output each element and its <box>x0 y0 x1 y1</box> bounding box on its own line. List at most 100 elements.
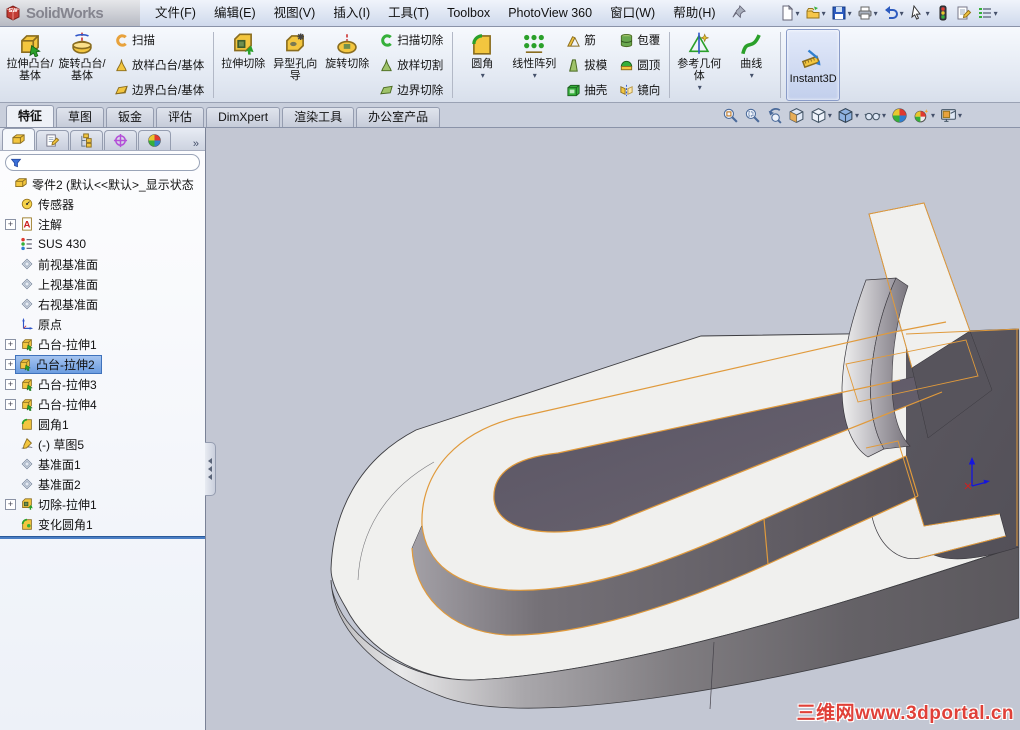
expand-toggle[interactable]: + <box>5 379 16 390</box>
print-button[interactable]: ▾ <box>855 4 880 22</box>
tree-item-16[interactable]: 变化圆角1 <box>0 514 205 534</box>
zoom-area-button[interactable] <box>744 107 761 124</box>
dropdown-arrow-icon[interactable]: ▾ <box>698 82 702 94</box>
graphics-viewport[interactable]: 三维网www.3dportal.cn <box>206 128 1020 730</box>
dropdown-arrow-icon[interactable]: ▾ <box>828 111 832 120</box>
panel-tabs-overflow-button[interactable]: » <box>193 138 199 150</box>
apply-scene-button[interactable] <box>891 107 908 124</box>
tree-item-0[interactable]: 传感器 <box>0 194 205 214</box>
ribbon-extrude-cut-button[interactable]: 拉伸切除 <box>217 29 269 101</box>
dropdown-arrow-icon[interactable]: ▾ <box>958 111 962 120</box>
tree-item-6[interactable]: 原点 <box>0 314 205 334</box>
dropdown-arrow-icon[interactable]: ▾ <box>822 9 826 18</box>
select-button[interactable]: ▾ <box>907 4 932 22</box>
ribbon-fillet-button[interactable]: 圆角▾ <box>456 29 508 101</box>
ribbon-hole-wizard-button[interactable]: 异型孔向导 <box>269 29 321 101</box>
tree-item-2[interactable]: SUS 430 <box>0 234 205 254</box>
tree-root-item[interactable]: 零件2 (默认<<默认>_显示状态 <box>0 174 205 194</box>
ribbon-shell-button[interactable]: 抽壳 <box>564 82 609 98</box>
tree-item-3[interactable]: 前视基准面 <box>0 254 205 274</box>
dimxpertmanager-tab-button[interactable] <box>104 130 137 150</box>
tree-item-4[interactable]: 上视基准面 <box>0 274 205 294</box>
rollback-bar[interactable] <box>0 536 205 539</box>
expand-toggle[interactable]: + <box>5 359 16 370</box>
file-properties-button[interactable] <box>954 4 974 22</box>
menu-item-5[interactable]: Toolbox <box>438 0 499 26</box>
ribbon-mirror-button[interactable]: 镜向 <box>617 82 662 98</box>
pin-icon[interactable] <box>729 5 749 22</box>
ribbon-sweep-cut-button[interactable]: 扫描切除 <box>377 32 445 48</box>
display-style-button[interactable]: ▾ <box>837 107 859 124</box>
camera-button[interactable]: ▾ <box>940 107 962 124</box>
dropdown-arrow-icon[interactable]: ▾ <box>931 111 935 120</box>
dropdown-arrow-icon[interactable]: ▾ <box>926 9 930 18</box>
ribbon-boundary-cut-button[interactable]: 边界切除 <box>377 82 445 98</box>
rebuild-button[interactable] <box>933 4 953 22</box>
ribbon-loft-cut-button[interactable]: 放样切割 <box>377 57 445 73</box>
tab-5[interactable]: 渲染工具 <box>282 107 354 127</box>
featuremanager-tab-button[interactable] <box>2 128 35 150</box>
expand-toggle[interactable]: + <box>5 499 16 510</box>
menu-item-6[interactable]: PhotoView 360 <box>499 0 601 26</box>
expand-toggle[interactable]: + <box>5 219 16 230</box>
tree-item-13[interactable]: 基准面1 <box>0 454 205 474</box>
ribbon-boundary-boss-button[interactable]: 边界凸台/基体 <box>112 82 206 98</box>
3d-model-canvas[interactable] <box>206 128 1019 730</box>
selected-tree-item[interactable]: 凸台-拉伸2 <box>16 356 101 373</box>
configurationmanager-tab-button[interactable] <box>70 130 103 150</box>
previous-view-button[interactable] <box>766 107 783 124</box>
dropdown-arrow-icon[interactable]: ▾ <box>900 9 904 18</box>
dropdown-arrow-icon[interactable]: ▾ <box>796 9 800 18</box>
dropdown-arrow-icon[interactable]: ▾ <box>855 111 859 120</box>
menu-item-2[interactable]: 视图(V) <box>265 0 325 26</box>
ribbon-extrude-boss-button[interactable]: 拉伸凸台/基体 <box>4 29 56 101</box>
ribbon-loft-button[interactable]: 放样凸台/基体 <box>112 57 206 73</box>
tab-3[interactable]: 评估 <box>156 107 204 127</box>
propertymanager-tab-button[interactable] <box>36 130 69 150</box>
menu-item-1[interactable]: 编辑(E) <box>205 0 265 26</box>
new-document-button[interactable]: ▾ <box>777 4 802 22</box>
tree-item-9[interactable]: +凸台-拉伸3 <box>0 374 205 394</box>
menu-item-3[interactable]: 插入(I) <box>324 0 379 26</box>
tree-filter-input[interactable] <box>5 154 200 171</box>
ribbon-reference-geometry-button[interactable]: 参考几何体▾ <box>673 29 725 101</box>
options-button[interactable]: ▾ <box>975 4 1000 22</box>
dropdown-arrow-icon[interactable]: ▾ <box>994 9 998 18</box>
expand-toggle[interactable]: + <box>5 339 16 350</box>
dropdown-arrow-icon[interactable]: ▾ <box>533 70 537 82</box>
view-settings-button[interactable]: ▾ <box>913 107 935 124</box>
open-button[interactable]: ▾ <box>803 4 828 22</box>
tree-item-10[interactable]: +凸台-拉伸4 <box>0 394 205 414</box>
tab-1[interactable]: 草图 <box>56 107 104 127</box>
hide-show-items-button[interactable]: ▾ <box>864 107 886 124</box>
dropdown-arrow-icon[interactable]: ▾ <box>481 70 485 82</box>
tab-6[interactable]: 办公室产品 <box>356 107 440 127</box>
view-orientation-button[interactable]: ▾ <box>810 107 832 124</box>
panel-splitter[interactable] <box>205 442 216 496</box>
tab-2[interactable]: 钣金 <box>106 107 154 127</box>
tree-item-12[interactable]: (-) 草图5 <box>0 434 205 454</box>
ribbon-revolve-cut-button[interactable]: 旋转切除 <box>321 29 373 101</box>
ribbon-wrap-button[interactable]: 包覆 <box>617 32 662 48</box>
undo-button[interactable]: ▾ <box>881 4 906 22</box>
ribbon-linear-pattern-button[interactable]: 线性阵列▾ <box>508 29 560 101</box>
tree-item-1[interactable]: +A注解 <box>0 214 205 234</box>
tree-item-11[interactable]: 圆角1 <box>0 414 205 434</box>
tree-item-5[interactable]: 右视基准面 <box>0 294 205 314</box>
ribbon-instant3d-toggle[interactable]: Instant3D <box>786 29 840 101</box>
expand-toggle[interactable]: + <box>5 399 16 410</box>
save-button[interactable]: ▾ <box>829 4 854 22</box>
tab-4[interactable]: DimXpert <box>206 107 280 127</box>
section-view-button[interactable] <box>788 107 805 124</box>
tree-item-8[interactable]: +凸台-拉伸2 <box>0 354 205 374</box>
displaymanager-tab-button[interactable] <box>138 130 171 150</box>
ribbon-draft-button[interactable]: 拔模 <box>564 57 609 73</box>
tree-item-15[interactable]: +切除-拉伸1 <box>0 494 205 514</box>
tree-item-14[interactable]: 基准面2 <box>0 474 205 494</box>
zoom-fit-button[interactable] <box>722 107 739 124</box>
dropdown-arrow-icon[interactable]: ▾ <box>882 111 886 120</box>
ribbon-dome-button[interactable]: 圆顶 <box>617 57 662 73</box>
ribbon-curves-button[interactable]: 曲线▾ <box>725 29 777 101</box>
dropdown-arrow-icon[interactable]: ▾ <box>750 70 754 82</box>
dropdown-arrow-icon[interactable]: ▾ <box>874 9 878 18</box>
